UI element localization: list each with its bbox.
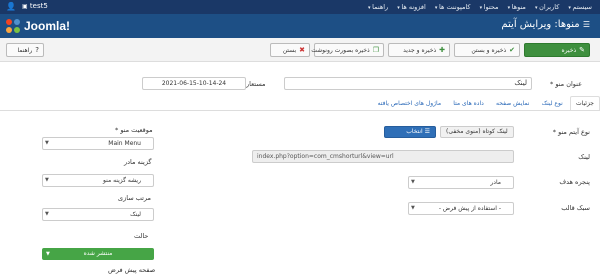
chevron-down-icon: ▼ [45, 211, 49, 217]
toolbar: ✎ذخیره ✔ذخیره و بستن ✚ذخیره و جدید ❐ذخیر… [0, 38, 600, 62]
menu-position-label: موقعیت منو * [115, 126, 153, 134]
template-style-select[interactable]: ▼ - استفاده از پیش فرض - [408, 202, 514, 215]
default-page-label: صفحه پیش فرض [108, 266, 156, 274]
parent-item-select[interactable]: ▼ ریشه گزینه منو [42, 174, 154, 187]
save-copy-button[interactable]: ❐ذخیره بصورت رونوشت [311, 43, 384, 57]
chevron-down-icon: ▼ [45, 177, 49, 183]
chevron-down-icon: ▼ [411, 179, 415, 185]
status-select[interactable]: ▼ منتشر شده [42, 248, 154, 260]
chevron-down-icon: ▼ [411, 205, 415, 211]
joomla-logo-text: Joomla! [24, 19, 71, 33]
menu-components[interactable]: کامپوننت ها [435, 3, 471, 11]
page-header: Joomla! ☰ منوها: ویرایش آیتم [0, 14, 600, 38]
alias-input[interactable]: 2021-06-15-10-14-24 [142, 77, 246, 90]
tab-metadata[interactable]: داده های متا [448, 97, 489, 111]
menu-position-select[interactable]: ▼ Main Menu [42, 137, 154, 150]
menu-extensions[interactable]: افزونه ها [397, 3, 426, 11]
link-label: لینک [578, 153, 590, 161]
save-new-button[interactable]: ✚ذخیره و جدید [388, 43, 450, 57]
tab-bar: جزئیات نوع لینک نمایش صفحه داده های متا … [330, 96, 600, 110]
joomla-logo: Joomla! [6, 18, 70, 34]
joomla-logo-icon [6, 18, 21, 34]
ordering-label: مرتب سازی [118, 194, 151, 202]
copy-icon: ❐ [372, 46, 379, 54]
target-window-label: پنجره هدف [559, 178, 590, 186]
tab-modules[interactable]: ماژول های اختصاص یافته [373, 97, 446, 111]
template-style-label: سبک قالب [561, 204, 590, 212]
save-close-button[interactable]: ✔ذخیره و بستن [454, 43, 520, 57]
close-icon: ✖ [299, 46, 305, 54]
close-button[interactable]: ✖بستن [270, 43, 310, 57]
admin-top-bar: 👤 ▣ test5 سیستم کاربران منوها محتوا کامپ… [0, 0, 600, 14]
check-icon: ✔ [509, 46, 515, 54]
window-icon: ▣ [22, 3, 28, 10]
status-label: حالت [134, 232, 149, 240]
menu-system[interactable]: سیستم [568, 3, 592, 11]
menu-content[interactable]: محتوا [480, 3, 499, 11]
link-field: index.php?option=com_cmshorturl&view=url [252, 150, 514, 163]
tab-divider [0, 110, 600, 111]
menu-users[interactable]: کاربران [535, 3, 559, 11]
user-icon[interactable]: 👤 [6, 2, 16, 11]
site-link[interactable]: ▣ test5 [22, 2, 48, 10]
menu-help[interactable]: راهنما [368, 3, 388, 11]
chevron-down-icon: ▼ [46, 251, 50, 257]
plus-icon: ✚ [439, 46, 445, 54]
tab-link-type[interactable]: نوع لینک [537, 97, 568, 111]
page-title: ☰ منوها: ویرایش آیتم [501, 19, 590, 30]
select-type-button[interactable]: ☰ انتخاب [384, 126, 436, 138]
chevron-down-icon: ▼ [45, 140, 49, 146]
parent-item-label: گزینه مادر [124, 158, 152, 166]
tab-details[interactable]: جزئیات [570, 96, 600, 110]
ordering-select[interactable]: ▼ لینک [42, 208, 154, 221]
menu-menus[interactable]: منوها [508, 3, 526, 11]
menu-icon: ☰ [582, 20, 590, 29]
site-name: test5 [29, 2, 48, 10]
save-button[interactable]: ✎ذخیره [524, 43, 590, 57]
item-type-label: نوع آیتم منو * [552, 128, 590, 136]
title-label: عنوان منو * [550, 80, 582, 88]
help-icon: ? [35, 46, 39, 54]
item-type-value: لینک کوتاه (منوی مخفی) [440, 126, 514, 138]
help-button[interactable]: ?راهنما [6, 43, 44, 57]
alias-label: مستعار [246, 80, 266, 88]
list-icon: ☰ [424, 128, 430, 135]
admin-main-menu: سیستم کاربران منوها محتوا کامپوننت ها اف… [361, 3, 592, 11]
target-window-select[interactable]: ▼ مادر [408, 176, 514, 189]
page-title-text: منوها: ویرایش آیتم [501, 19, 580, 30]
pencil-icon: ✎ [579, 46, 585, 54]
title-input[interactable]: لینک [284, 77, 532, 90]
tab-page-display[interactable]: نمایش صفحه [491, 97, 534, 111]
